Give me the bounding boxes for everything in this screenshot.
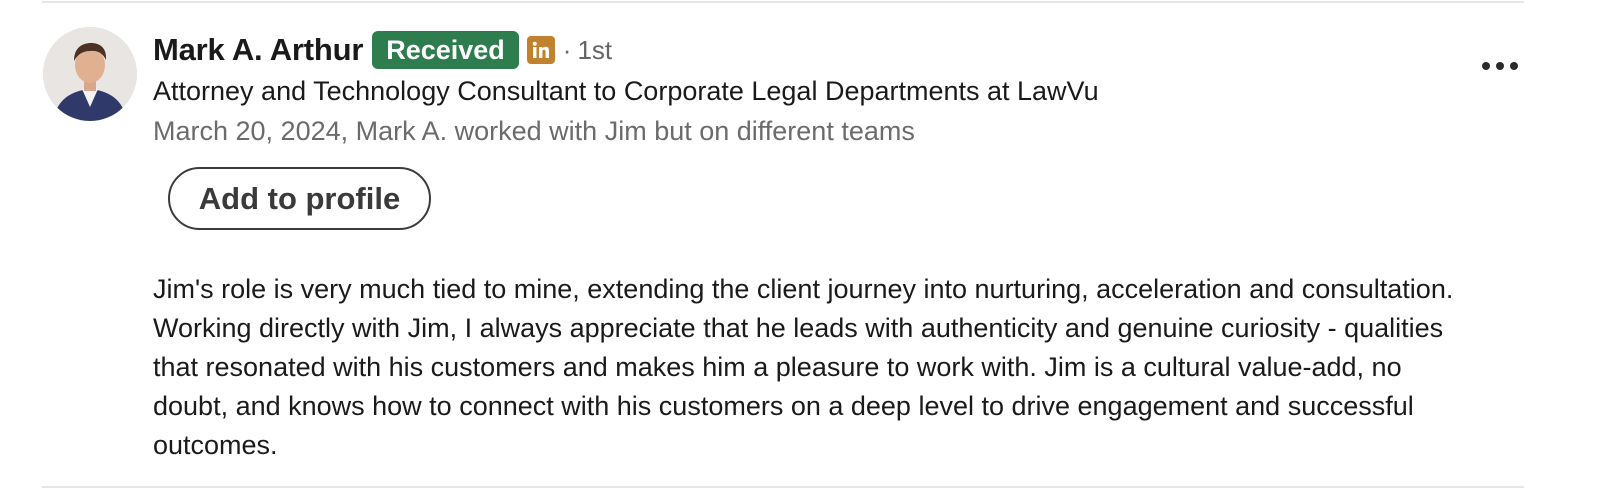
recommendation-text: Jim's role is very much tied to mine, ex… xyxy=(153,274,1454,460)
more-dot xyxy=(1482,62,1490,70)
name-row: Mark A. Arthur Received · 1st xyxy=(153,30,612,70)
connection-degree: 1st xyxy=(577,34,613,65)
separator-dot: · xyxy=(562,34,572,65)
bottom-divider xyxy=(42,486,1524,488)
add-to-profile-button[interactable]: Add to profile xyxy=(168,167,431,230)
more-dot xyxy=(1496,62,1504,70)
recommender-name[interactable]: Mark A. Arthur xyxy=(153,32,363,68)
linkedin-icon xyxy=(526,36,555,64)
received-badge: Received xyxy=(372,31,519,69)
recommender-headline: Attorney and Technology Consultant to Co… xyxy=(153,76,1099,106)
ellipsis-horizontal-icon[interactable] xyxy=(1476,54,1524,78)
recommendation-meta: March 20, 2024, Mark A. worked with Jim … xyxy=(153,116,915,146)
avatar-photo xyxy=(43,27,137,121)
top-divider xyxy=(42,1,1524,3)
avatar[interactable] xyxy=(43,27,137,121)
more-dot xyxy=(1510,62,1518,70)
recommendation-card: Mark A. Arthur Received · 1st Attorney a… xyxy=(0,0,1602,500)
